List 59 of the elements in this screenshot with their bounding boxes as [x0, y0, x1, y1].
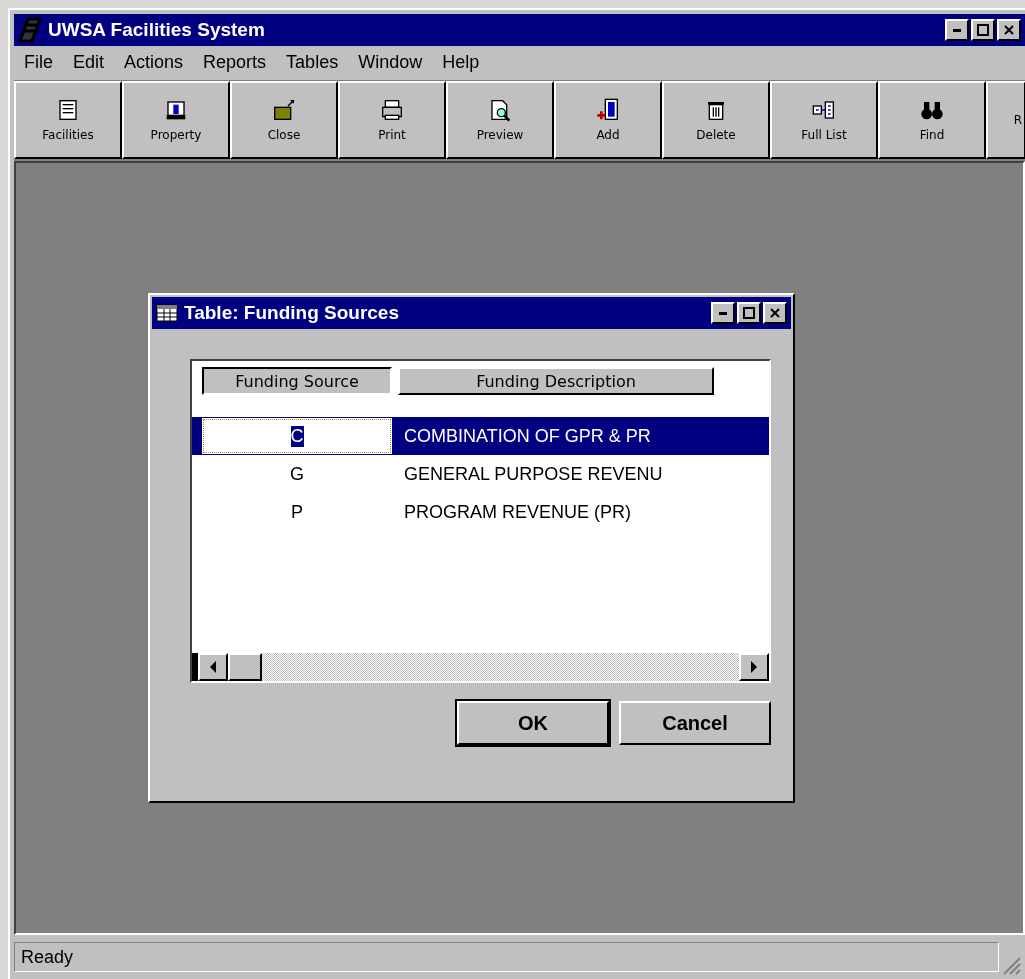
- close-icon: [770, 308, 780, 318]
- left-arrow-icon: [209, 661, 217, 673]
- toolbar-button[interactable]: Full List: [770, 81, 878, 159]
- maximize-button[interactable]: [971, 19, 995, 41]
- maximize-button[interactable]: [737, 302, 761, 324]
- toolbar-button[interactable]: Print: [338, 81, 446, 159]
- menu-item[interactable]: Tables: [278, 52, 347, 76]
- dialog-title: Table: Funding Sources: [184, 302, 400, 324]
- toolbar-button[interactable]: Property: [122, 81, 230, 159]
- scrollbar-thumb[interactable]: [228, 653, 262, 681]
- menu-item[interactable]: File: [16, 52, 61, 76]
- menu-item[interactable]: Actions: [116, 52, 192, 76]
- table-cell: P: [291, 501, 303, 523]
- table-row[interactable]: P PROGRAM REVENUE (PR): [192, 493, 769, 531]
- status-text: Ready: [14, 942, 999, 972]
- maximize-icon: [977, 24, 989, 36]
- app-icon: [18, 17, 42, 43]
- toolbar-button[interactable]: Delete: [662, 81, 770, 159]
- toolbar-button[interactable]: Close: [230, 81, 338, 159]
- toolbar-button[interactable]: R: [986, 81, 1025, 159]
- horizontal-scrollbar[interactable]: [192, 653, 769, 681]
- minimize-button[interactable]: [945, 19, 969, 41]
- toolbar-icon: [812, 98, 836, 122]
- close-button[interactable]: [997, 19, 1021, 41]
- minimize-icon: [953, 28, 961, 32]
- menu-item[interactable]: Reports: [195, 52, 275, 76]
- minimize-icon: [719, 311, 727, 315]
- close-icon: [1004, 25, 1014, 35]
- table-row[interactable]: G GENERAL PURPOSE REVENU: [192, 455, 769, 493]
- column-header[interactable]: Funding Description: [398, 367, 714, 395]
- resize-grip-icon: [1003, 957, 1021, 975]
- toolbar-icon: [56, 98, 80, 122]
- toolbar-icon: [272, 98, 296, 122]
- table-cell: PROGRAM REVENUE (PR): [404, 501, 632, 523]
- window-title: UWSA Facilities System: [48, 19, 266, 41]
- table-icon: [156, 304, 178, 322]
- ok-button[interactable]: OK: [457, 701, 609, 745]
- toolbar-button[interactable]: Find: [878, 81, 986, 159]
- toolbar-button[interactable]: Facilities: [14, 81, 122, 159]
- toolbar-button[interactable]: Preview: [446, 81, 554, 159]
- table-cell: C: [290, 425, 304, 447]
- table-cell: COMBINATION OF GPR & PR: [404, 425, 651, 447]
- toolbar-icon: [596, 98, 620, 122]
- close-button[interactable]: [763, 302, 787, 324]
- table-cell: G: [290, 463, 304, 485]
- maximize-icon: [743, 307, 755, 319]
- menu-item[interactable]: Edit: [65, 52, 113, 76]
- table-row[interactable]: C COMBINATION OF GPR & PR: [192, 417, 769, 455]
- minimize-button[interactable]: [711, 302, 735, 324]
- toolbar-icon: [488, 98, 512, 122]
- toolbar-button[interactable]: Add: [554, 81, 662, 159]
- toolbar-icon: [380, 98, 404, 122]
- right-arrow-icon: [750, 661, 758, 673]
- cancel-button[interactable]: Cancel: [619, 701, 771, 745]
- menu-item[interactable]: Window: [350, 52, 431, 76]
- menu-item[interactable]: Help: [434, 52, 488, 76]
- toolbar-icon: [164, 98, 188, 122]
- table-cell: GENERAL PURPOSE REVENU: [404, 463, 663, 485]
- column-header[interactable]: Funding Source: [202, 367, 392, 395]
